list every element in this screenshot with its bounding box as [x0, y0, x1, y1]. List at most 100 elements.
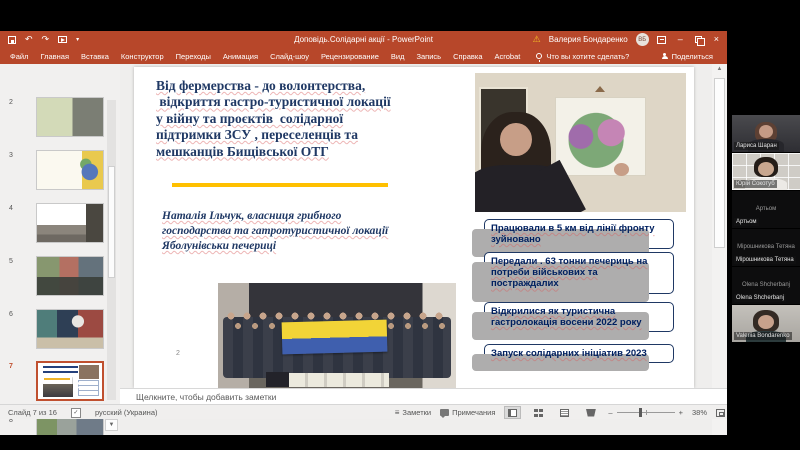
callout-list: Працювали в 5 км від лінії фронту зуйнов…	[472, 67, 676, 388]
participant-tile-3[interactable]: Артьом Артьом	[732, 191, 800, 228]
participant-name-label: Valeriia Bondarenko	[734, 332, 792, 340]
slide-counter[interactable]: Слайд 7 из 16	[8, 408, 57, 417]
scroll-up-icon[interactable]: ▲	[712, 66, 727, 72]
warning-icon[interactable]: ⚠	[533, 34, 541, 45]
tab-design[interactable]: Конструктор	[121, 52, 164, 61]
language-indicator[interactable]: русский (Украина)	[95, 408, 158, 417]
zoom-slider[interactable]	[616, 408, 675, 417]
tab-transitions[interactable]: Переходы	[176, 52, 211, 61]
slide-page-marker: 2	[176, 350, 180, 357]
tab-animations[interactable]: Анимация	[223, 52, 258, 61]
powerpoint-window: ↶ ↷ ▾ Доповідь.Солідарні акції - PowerPo…	[0, 31, 727, 435]
screen: ↶ ↷ ▾ Доповідь.Солідарні акції - PowerPo…	[0, 0, 800, 450]
participant-tile-5[interactable]: Olena Shcherbanj Olena Shcherbanj	[732, 267, 800, 304]
slide-number: 2	[9, 99, 13, 106]
close-button[interactable]: ×	[710, 35, 723, 44]
thumbnail-scrollbar-thumb[interactable]	[108, 166, 115, 278]
account-user-name[interactable]: Валерия Бондаренко	[549, 35, 628, 44]
zoom-in-button[interactable]: +	[679, 408, 683, 417]
normal-view-button[interactable]	[504, 406, 522, 419]
tab-home[interactable]: Главная	[40, 52, 69, 61]
mini-title-lines	[43, 365, 79, 376]
reading-view-icon	[560, 408, 570, 417]
participant-tile-4[interactable]: Мірошникова Тетяна Мірошникова Тетяна	[732, 229, 800, 266]
slide-thumbnail-panel: 2 3 4 5 6 7 8 ▼	[0, 64, 120, 435]
participant-face	[759, 125, 773, 138]
slide-title[interactable]: Від фермерства - до волонтерства, відкри…	[156, 78, 486, 160]
tab-help[interactable]: Справка	[453, 52, 482, 61]
restore-button[interactable]	[694, 36, 705, 46]
slide-thumbnail-2[interactable]	[36, 97, 104, 137]
callout-box-2[interactable]: Передали . 63 тонни печериць на потреби …	[472, 252, 674, 302]
notes-icon: ≡	[394, 407, 400, 417]
slideshow-view-button[interactable]	[582, 406, 599, 419]
thumbnail-scroll-down-icon[interactable]: ▼	[105, 419, 118, 431]
participant-name-label: Юрій Сокотуб	[734, 180, 777, 188]
participant-face	[758, 315, 774, 329]
tab-view[interactable]: Вид	[391, 52, 405, 61]
callout-box-1[interactable]: Працювали в 5 км від лінії фронту зуйнов…	[472, 219, 674, 258]
tab-slideshow[interactable]: Слайд-шоу	[270, 52, 309, 61]
zoom-percentage[interactable]: 38%	[692, 408, 707, 417]
reading-view-button[interactable]	[556, 406, 573, 419]
slide-thumbnail-3[interactable]	[36, 150, 104, 190]
participant-name-label: Olena Shcherbanj	[734, 294, 787, 302]
tab-record[interactable]: Запись	[416, 52, 441, 61]
thumbnail-scrollbar[interactable]	[107, 100, 116, 400]
ribbon-display-options-icon[interactable]	[656, 35, 666, 44]
participant-display-name: Мірошникова Тетяна	[737, 243, 795, 250]
tell-me-box[interactable]: Что вы хотите сделать?	[536, 51, 630, 62]
tell-me-label: Что вы хотите сделать?	[546, 51, 630, 61]
participant-name-label: Мірошникова Тетяна	[734, 256, 796, 264]
zoom-slider-thumb[interactable]	[638, 408, 642, 417]
participant-name-label: Артьом	[734, 218, 759, 226]
normal-view-icon	[508, 408, 518, 417]
participants-panel: Лариса Шаран Юрій Сокотуб Артьом Артьом …	[732, 115, 800, 343]
slide-sorter-icon	[534, 408, 544, 417]
tab-review[interactable]: Рецензирование	[321, 52, 379, 61]
participant-tile-6[interactable]: Valeriia Bondarenko	[732, 305, 800, 342]
participant-face	[758, 162, 774, 176]
tab-insert[interactable]: Вставка	[81, 52, 109, 61]
zoom-slider-midmark	[645, 410, 647, 415]
slide-thumbnail-6[interactable]	[36, 309, 104, 349]
fit-slide-to-window-icon[interactable]	[716, 408, 725, 417]
slide-number: 6	[9, 311, 13, 318]
slide-thumbnail-7-selected[interactable]	[36, 361, 104, 401]
participant-display-name: Olena Shcherbanj	[741, 281, 791, 288]
slide-subtitle[interactable]: Наталія Ільчук, власниця грибного господ…	[162, 209, 492, 254]
share-button[interactable]: Поделиться	[661, 48, 713, 64]
notes-placeholder: Щелкните, чтобы добавить заметки	[136, 392, 277, 402]
tab-file[interactable]: Файл	[10, 52, 28, 61]
slide-7: Від фермерства - до волонтерства, відкри…	[134, 67, 694, 389]
slide-number: 3	[9, 152, 13, 159]
comments-toggle-button[interactable]: Примечания	[440, 408, 495, 418]
slide-thumbnail-4[interactable]	[36, 203, 104, 243]
group-photo[interactable]	[218, 283, 456, 389]
participant-tile-2[interactable]: Юрій Сокотуб	[732, 153, 800, 190]
slide-thumbnail-5[interactable]	[36, 256, 104, 296]
notes-pane[interactable]: Щелкните, чтобы добавить заметки	[120, 388, 727, 404]
canvas-scrollbar-thumb[interactable]	[714, 78, 725, 248]
accent-underline-bar[interactable]	[172, 183, 388, 187]
share-label: Поделиться	[671, 51, 713, 61]
minimize-button[interactable]: –	[674, 35, 687, 44]
spellcheck-icon[interactable]: ✓	[70, 407, 81, 418]
participant-tile-1[interactable]: Лариса Шаран	[732, 115, 800, 152]
ribbon: Файл Главная Вставка Конструктор Переход…	[0, 48, 727, 64]
lightbulb-icon	[536, 53, 543, 62]
callout-box-3[interactable]: Відкрилися як туристична гастролокація в…	[472, 302, 674, 341]
participant-display-name: Артьом	[755, 205, 777, 212]
zoom-out-button[interactable]: –	[608, 408, 612, 417]
tab-acrobat[interactable]: Acrobat	[494, 52, 520, 61]
canvas-scrollbar[interactable]: ▲	[712, 64, 727, 435]
avatar[interactable]: ВБ	[635, 33, 649, 46]
status-bar: Слайд 7 из 16 ✓ русский (Украина) ≡ Заме…	[0, 404, 727, 419]
ukrainian-flag	[281, 319, 388, 355]
notes-toggle-button[interactable]: ≡ Заметки	[395, 408, 431, 417]
callout-box-4[interactable]: Запуск солідарних ініціатив 2023	[472, 344, 674, 372]
slide-number: 5	[9, 258, 13, 265]
slide-sorter-button[interactable]	[530, 406, 547, 419]
slide-number-selected: 7	[9, 363, 13, 370]
mushroom-crates	[289, 373, 390, 387]
